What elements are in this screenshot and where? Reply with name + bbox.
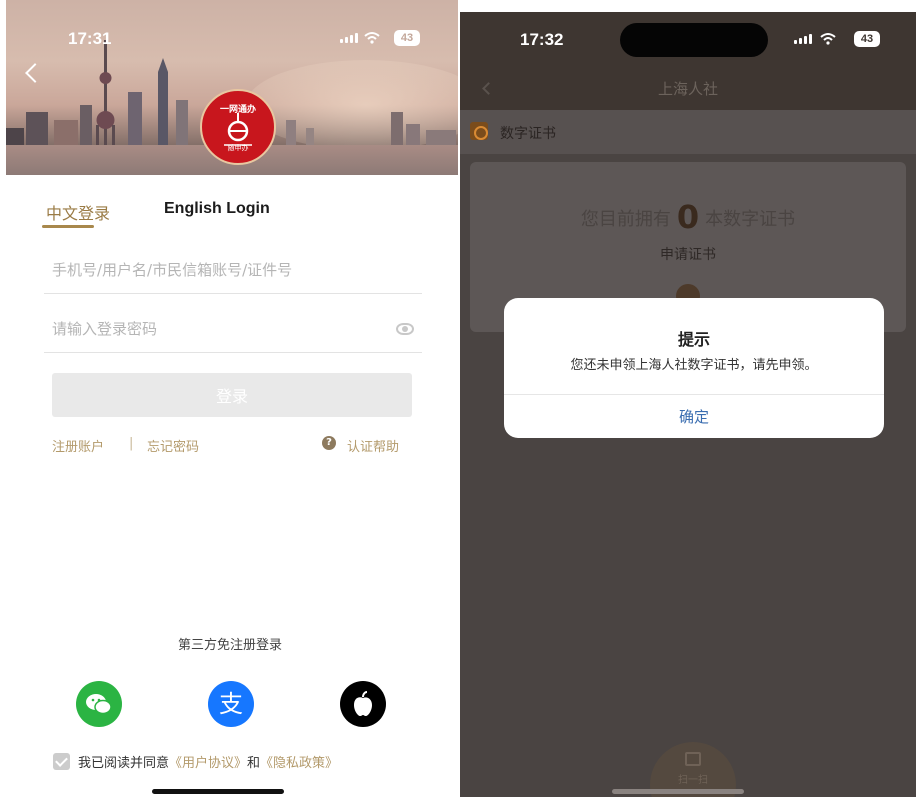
alipay-icon[interactable]: 支	[208, 681, 254, 727]
header-bar: 17:32 43 上海人社	[460, 12, 916, 110]
app-logo: 一网通办 随申办	[200, 89, 276, 165]
certificate-count: 0	[676, 198, 700, 236]
certificate-count-line: 您目前拥有 0 本数字证书	[470, 198, 906, 236]
dialog-title: 提示	[677, 330, 710, 349]
home-indicator	[612, 789, 744, 794]
eye-icon[interactable]	[396, 323, 414, 335]
wifi-icon	[820, 33, 836, 45]
section-header: 数字证书	[460, 110, 916, 154]
register-link[interactable]: 注册账户	[52, 436, 104, 455]
status-bar: 17:32 43	[460, 12, 916, 64]
privacy-policy-link[interactable]: 《隐私政策》	[260, 756, 338, 771]
certificate-icon	[470, 122, 488, 140]
status-time: 17:32	[520, 30, 564, 49]
login-screen: 17:31 43 一网通办 随申办 中文登录 English Login 手机号…	[0, 0, 460, 797]
own-prefix: 您目前拥有	[580, 209, 671, 230]
auth-help-link[interactable]: 认证帮助	[347, 436, 399, 455]
tab-chinese-login[interactable]: 中文登录	[46, 200, 110, 224]
battery-icon: 43	[394, 30, 420, 46]
battery-icon: 43	[854, 31, 880, 47]
confirm-button[interactable]: 确定	[504, 395, 884, 438]
svg-text:支: 支	[219, 690, 243, 718]
alipay-glyph-icon: 支	[219, 690, 243, 718]
agreement-prefix: 我已阅读并同意	[78, 756, 170, 771]
logo-mark-icon	[224, 113, 252, 146]
home-indicator	[152, 789, 284, 794]
apple-glyph-icon	[354, 691, 372, 716]
account-input[interactable]	[44, 250, 374, 290]
nav-title: 上海人社	[657, 80, 718, 98]
signal-icon	[794, 34, 812, 44]
status-bar: 17:31 43	[6, 0, 458, 52]
apply-certificate-link[interactable]: 申请证书	[470, 244, 906, 264]
password-field	[44, 309, 422, 353]
dialog-message: 您还未申领上海人社数字证书，请先申领。	[570, 358, 818, 373]
status-time: 17:31	[68, 29, 112, 48]
apple-icon[interactable]	[340, 681, 386, 727]
user-agreement-link[interactable]: 《用户协议》	[169, 756, 247, 771]
login-button[interactable]: 登录	[52, 373, 412, 417]
scan-label: 扫一扫	[678, 775, 708, 786]
active-tab-indicator	[42, 225, 94, 228]
own-suffix: 本数字证书	[705, 209, 796, 230]
agreement-checkbox[interactable]	[53, 753, 70, 770]
third-party-login-title: 第三方免注册登录	[177, 638, 282, 653]
shanghai-skyline-banner: 17:31 43 一网通办 随申办	[6, 0, 458, 175]
agreement-conjunction: 和	[247, 756, 261, 771]
wechat-glyph-icon	[86, 694, 112, 715]
password-input[interactable]	[44, 309, 374, 349]
agreement-row: 我已阅读并同意《用户协议》和《隐私政策》	[53, 752, 338, 771]
logo-bottom-text: 随申办	[227, 144, 249, 152]
alert-dialog: 提示 您还未申领上海人社数字证书，请先申领。 确定	[504, 298, 884, 438]
scan-icon	[685, 752, 701, 766]
wechat-icon[interactable]	[76, 681, 122, 727]
digital-certificate-screen: 17:32 43 上海人社 数字证书 您目前拥有 0 本数字证书 申请证书 提示 您…	[460, 12, 916, 797]
account-field	[44, 250, 422, 294]
login-tabs: 中文登录 English Login	[42, 196, 422, 236]
help-icon: ?	[322, 436, 336, 450]
section-title: 数字证书	[500, 126, 556, 142]
wifi-icon	[364, 32, 380, 44]
tab-english-login[interactable]: English Login	[164, 200, 270, 218]
signal-icon	[340, 33, 358, 43]
forgot-password-link[interactable]: 忘记密码	[147, 436, 199, 455]
links-separator: |	[129, 436, 134, 451]
